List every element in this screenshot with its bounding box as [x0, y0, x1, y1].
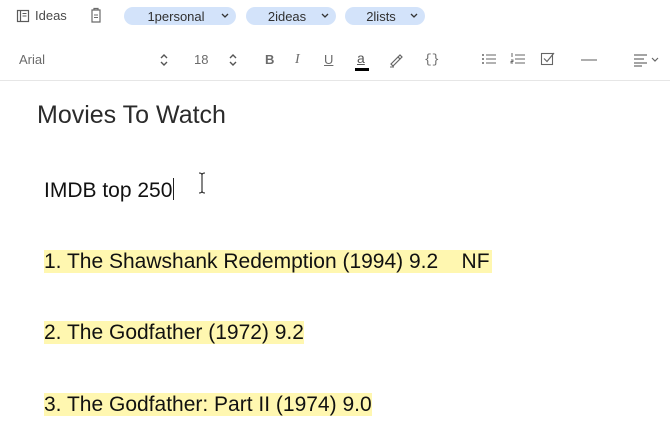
note-meta-bar: Ideas 1personal 2ideas 2lists [0, 0, 670, 32]
bulleted-list-icon[interactable] [481, 52, 497, 66]
divider-icon[interactable] [581, 58, 597, 62]
bold-button[interactable]: B [265, 52, 274, 67]
highlighted-text: 2. The Godfather (1972) 9.2 [44, 321, 304, 344]
numbered-list-icon[interactable] [510, 52, 526, 66]
tag-chip-2ideas[interactable]: 2ideas [246, 7, 336, 25]
note-title[interactable]: Movies To Watch [37, 101, 226, 130]
list-item[interactable]: 2. The Godfather (1972) 9.2 [44, 320, 304, 346]
notebook-label: Ideas [35, 8, 67, 23]
chevron-down-icon [221, 13, 229, 18]
highlighted-text: 3. The Godfather: Part II (1974) 9.0 [44, 393, 372, 416]
italic-button[interactable]: I [295, 52, 300, 68]
highlighted-text: 1. The Shawshank Redemption (1994) 9.2 N… [44, 250, 492, 273]
notebook-icon [16, 9, 30, 22]
text-caret [173, 178, 175, 200]
text-color-button[interactable]: a [355, 50, 369, 72]
code-block-button[interactable]: {} [424, 52, 440, 67]
ibeam-cursor-icon [198, 172, 206, 194]
checklist-icon[interactable] [540, 51, 556, 67]
tag-chip-2lists[interactable]: 2lists [345, 7, 425, 25]
list-item[interactable]: 1. The Shawshank Redemption (1994) 9.2 N… [44, 249, 492, 275]
highlighter-icon[interactable] [388, 52, 404, 68]
tag-label: 2ideas [267, 8, 307, 24]
tag-chip-1personal[interactable]: 1personal [124, 7, 236, 25]
underline-button[interactable]: U [324, 52, 333, 67]
font-size-select[interactable]: 18 [194, 52, 208, 67]
tag-icon[interactable] [89, 7, 103, 25]
tag-label: 2lists [366, 8, 396, 24]
chevron-down-icon [410, 13, 418, 18]
list-item[interactable]: 3. The Godfather: Part II (1974) 9.0 [44, 392, 372, 418]
font-family-select[interactable]: Arial [19, 52, 45, 67]
formatting-toolbar [0, 40, 670, 81]
text-color-swatch [355, 68, 369, 71]
align-icon[interactable] [633, 53, 661, 67]
tag-label: 1personal [147, 8, 205, 24]
text-color-label: a [357, 50, 365, 66]
font-size-stepper-icon[interactable] [228, 53, 238, 67]
font-family-stepper-icon[interactable] [159, 53, 169, 67]
chevron-down-icon [321, 13, 329, 18]
note-subheading-text: IMDB top 250 [44, 179, 173, 202]
note-subheading[interactable]: IMDB top 250 [44, 178, 175, 204]
notebook-selector[interactable]: Ideas [16, 8, 67, 23]
